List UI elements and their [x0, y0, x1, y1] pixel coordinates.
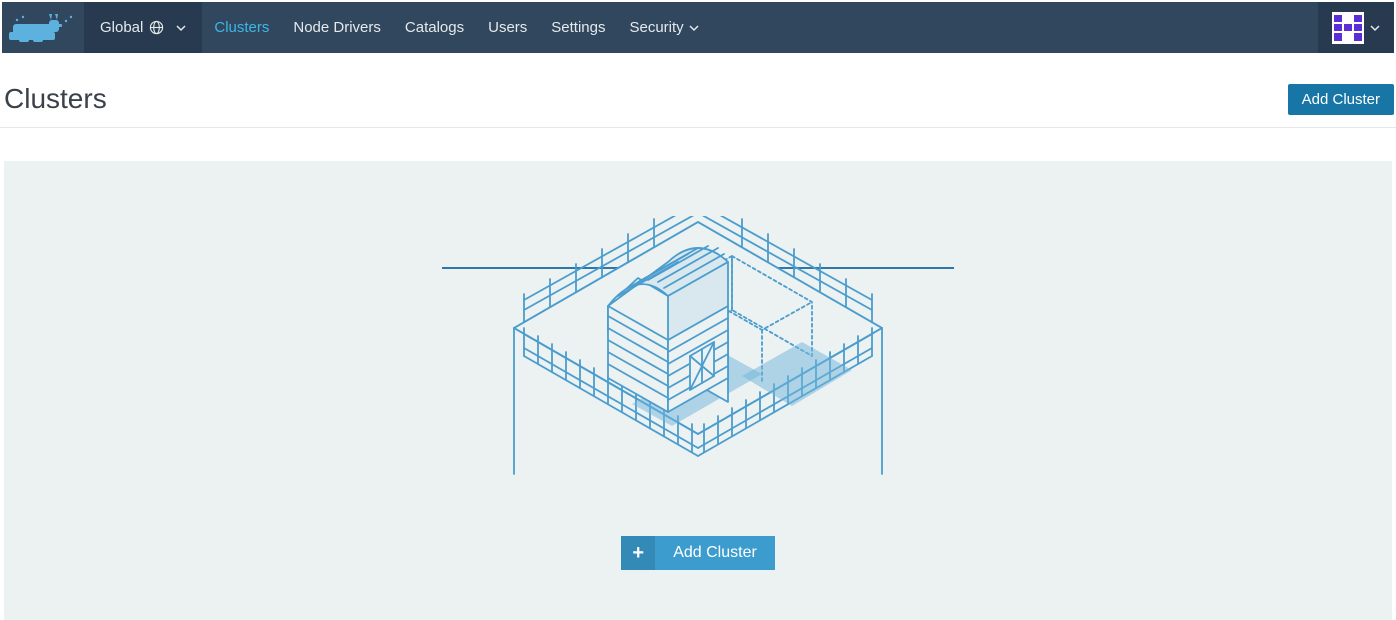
chevron-down-icon: [689, 23, 699, 33]
nav-security[interactable]: Security: [617, 2, 710, 53]
rancher-logo-icon: [9, 10, 77, 46]
nav-clusters[interactable]: Clusters: [202, 2, 281, 53]
nav-label: Clusters: [214, 19, 269, 36]
nav-label: Node Drivers: [293, 19, 381, 36]
avatar: [1332, 12, 1364, 44]
page-title: Clusters: [4, 83, 107, 115]
topbar: Global Clusters Node Drivers Catalogs Us…: [2, 2, 1394, 53]
empty-state-illustration: [442, 216, 954, 481]
user-menu[interactable]: [1318, 2, 1394, 53]
app-logo[interactable]: [2, 2, 84, 53]
add-cluster-button[interactable]: Add Cluster: [1288, 84, 1394, 115]
nav-label: Security: [629, 19, 683, 36]
scope-label: Global: [100, 19, 143, 36]
main-nav: Clusters Node Drivers Catalogs Users Set…: [202, 2, 1318, 53]
add-cluster-center-button[interactable]: + Add Cluster: [621, 536, 775, 570]
nav-settings[interactable]: Settings: [539, 2, 617, 53]
plus-icon: +: [621, 536, 655, 570]
nav-label: Settings: [551, 19, 605, 36]
nav-users[interactable]: Users: [476, 2, 539, 53]
chevron-down-icon: [176, 23, 186, 33]
globe-icon: [149, 20, 164, 35]
empty-state: + Add Cluster: [4, 161, 1392, 620]
add-cluster-center-label: Add Cluster: [655, 536, 775, 570]
chevron-down-icon: [1370, 23, 1380, 33]
scope-selector[interactable]: Global: [84, 2, 202, 53]
nav-node-drivers[interactable]: Node Drivers: [281, 2, 393, 53]
nav-catalogs[interactable]: Catalogs: [393, 2, 476, 53]
page-header: Clusters Add Cluster: [0, 55, 1396, 128]
nav-label: Catalogs: [405, 19, 464, 36]
nav-label: Users: [488, 19, 527, 36]
